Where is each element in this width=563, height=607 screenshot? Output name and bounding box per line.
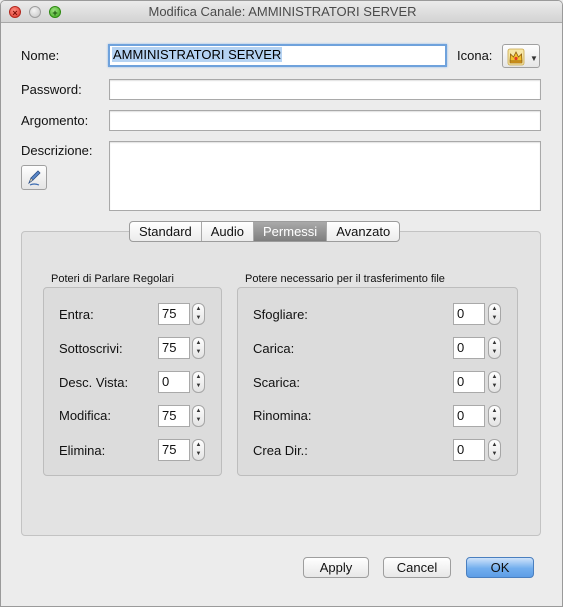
arrow-up-icon: ▲	[491, 374, 498, 380]
arrow-up-icon: ▲	[195, 340, 202, 346]
description-view-power-input[interactable]: 0	[158, 371, 190, 393]
create-dir-power-input[interactable]: 0	[453, 439, 485, 461]
chevron-down-icon: ▼	[530, 54, 538, 63]
browse-power-stepper[interactable]: ▲ ▼	[488, 303, 501, 325]
browse-power-input[interactable]: 0	[453, 303, 485, 325]
name-field-value: AMMINISTRATORI SERVER	[112, 47, 283, 62]
arrow-down-icon: ▼	[195, 315, 202, 321]
topic-field[interactable]	[109, 110, 541, 131]
arrow-down-icon: ▼	[195, 349, 202, 355]
crown-icon	[507, 48, 525, 66]
arrow-up-icon: ▲	[195, 408, 202, 414]
rename-power-stepper[interactable]: ▲ ▼	[488, 405, 501, 427]
password-field[interactable]	[109, 79, 541, 100]
upload-power-input[interactable]: 0	[453, 337, 485, 359]
cancel-button[interactable]: Cancel	[383, 557, 451, 578]
arrow-down-icon: ▼	[491, 451, 498, 457]
subscribe-power-stepper[interactable]: ▲ ▼	[192, 337, 205, 359]
arrow-down-icon: ▼	[491, 383, 498, 389]
description-textarea[interactable]	[109, 141, 541, 211]
ok-button[interactable]: OK	[466, 557, 534, 578]
browse-power-label: Sfogliare:	[253, 307, 308, 322]
join-power-stepper[interactable]: ▲ ▼	[192, 303, 205, 325]
tab-bar: Standard Audio Permessi Avanzato	[129, 221, 401, 242]
modify-power-stepper[interactable]: ▲ ▼	[192, 405, 205, 427]
rename-power-input[interactable]: 0	[453, 405, 485, 427]
description-view-power-label: Desc. Vista:	[59, 375, 129, 390]
file-powers-title: Potere necessario per il trasferimento f…	[245, 273, 445, 285]
topic-label: Argomento:	[21, 113, 89, 128]
join-power-label: Entra:	[59, 307, 94, 322]
icon-picker[interactable]: ▼	[502, 44, 540, 68]
arrow-up-icon: ▲	[491, 340, 498, 346]
edit-channel-window: × + Modifica Canale: AMMINISTRATORI SERV…	[0, 0, 563, 607]
description-view-power-stepper[interactable]: ▲ ▼	[192, 371, 205, 393]
download-power-stepper[interactable]: ▲ ▼	[488, 371, 501, 393]
upload-power-stepper[interactable]: ▲ ▼	[488, 337, 501, 359]
modify-power-input[interactable]: 75	[158, 405, 190, 427]
subscribe-power-input[interactable]: 75	[158, 337, 190, 359]
arrow-up-icon: ▲	[491, 408, 498, 414]
modify-power-label: Modifica:	[59, 408, 112, 423]
arrow-up-icon: ▲	[491, 306, 498, 312]
icon-label: Icona:	[457, 48, 493, 63]
join-power-input[interactable]: 75	[158, 303, 190, 325]
name-label: Nome:	[21, 48, 60, 63]
delete-power-input[interactable]: 75	[158, 439, 190, 461]
edit-description-button[interactable]	[21, 165, 47, 190]
tab-permissions[interactable]: Permessi	[254, 222, 328, 241]
create-dir-power-label: Crea Dir.:	[253, 443, 308, 458]
tab-audio[interactable]: Audio	[202, 222, 255, 241]
arrow-down-icon: ▼	[195, 451, 202, 457]
upload-power-label: Carica:	[253, 341, 295, 356]
arrow-down-icon: ▼	[491, 349, 498, 355]
description-label: Descrizione:	[21, 143, 93, 158]
password-label: Password:	[21, 82, 82, 97]
window-title: Modifica Canale: AMMINISTRATORI SERVER	[148, 4, 417, 19]
download-power-label: Scarica:	[253, 375, 300, 390]
arrow-down-icon: ▼	[195, 417, 202, 423]
arrow-up-icon: ▲	[195, 306, 202, 312]
rename-power-label: Rinomina:	[253, 408, 312, 423]
tab-advanced[interactable]: Avanzato	[327, 222, 399, 241]
arrow-up-icon: ▲	[491, 442, 498, 448]
create-dir-power-stepper[interactable]: ▲ ▼	[488, 439, 501, 461]
title-bar: × + Modifica Canale: AMMINISTRATORI SERV…	[1, 1, 562, 23]
subscribe-power-label: Sottoscrivi:	[59, 341, 123, 356]
arrow-up-icon: ▲	[195, 442, 202, 448]
download-power-input[interactable]: 0	[453, 371, 485, 393]
arrow-down-icon: ▼	[195, 383, 202, 389]
name-field[interactable]: AMMINISTRATORI SERVER	[108, 44, 447, 67]
pen-icon	[28, 170, 41, 186]
apply-button[interactable]: Apply	[303, 557, 369, 578]
arrow-down-icon: ▼	[491, 315, 498, 321]
arrow-down-icon: ▼	[491, 417, 498, 423]
delete-power-stepper[interactable]: ▲ ▼	[192, 439, 205, 461]
arrow-up-icon: ▲	[195, 374, 202, 380]
delete-power-label: Elimina:	[59, 443, 106, 458]
talk-powers-title: Poteri di Parlare Regolari	[51, 273, 174, 285]
tab-standard[interactable]: Standard	[130, 222, 202, 241]
